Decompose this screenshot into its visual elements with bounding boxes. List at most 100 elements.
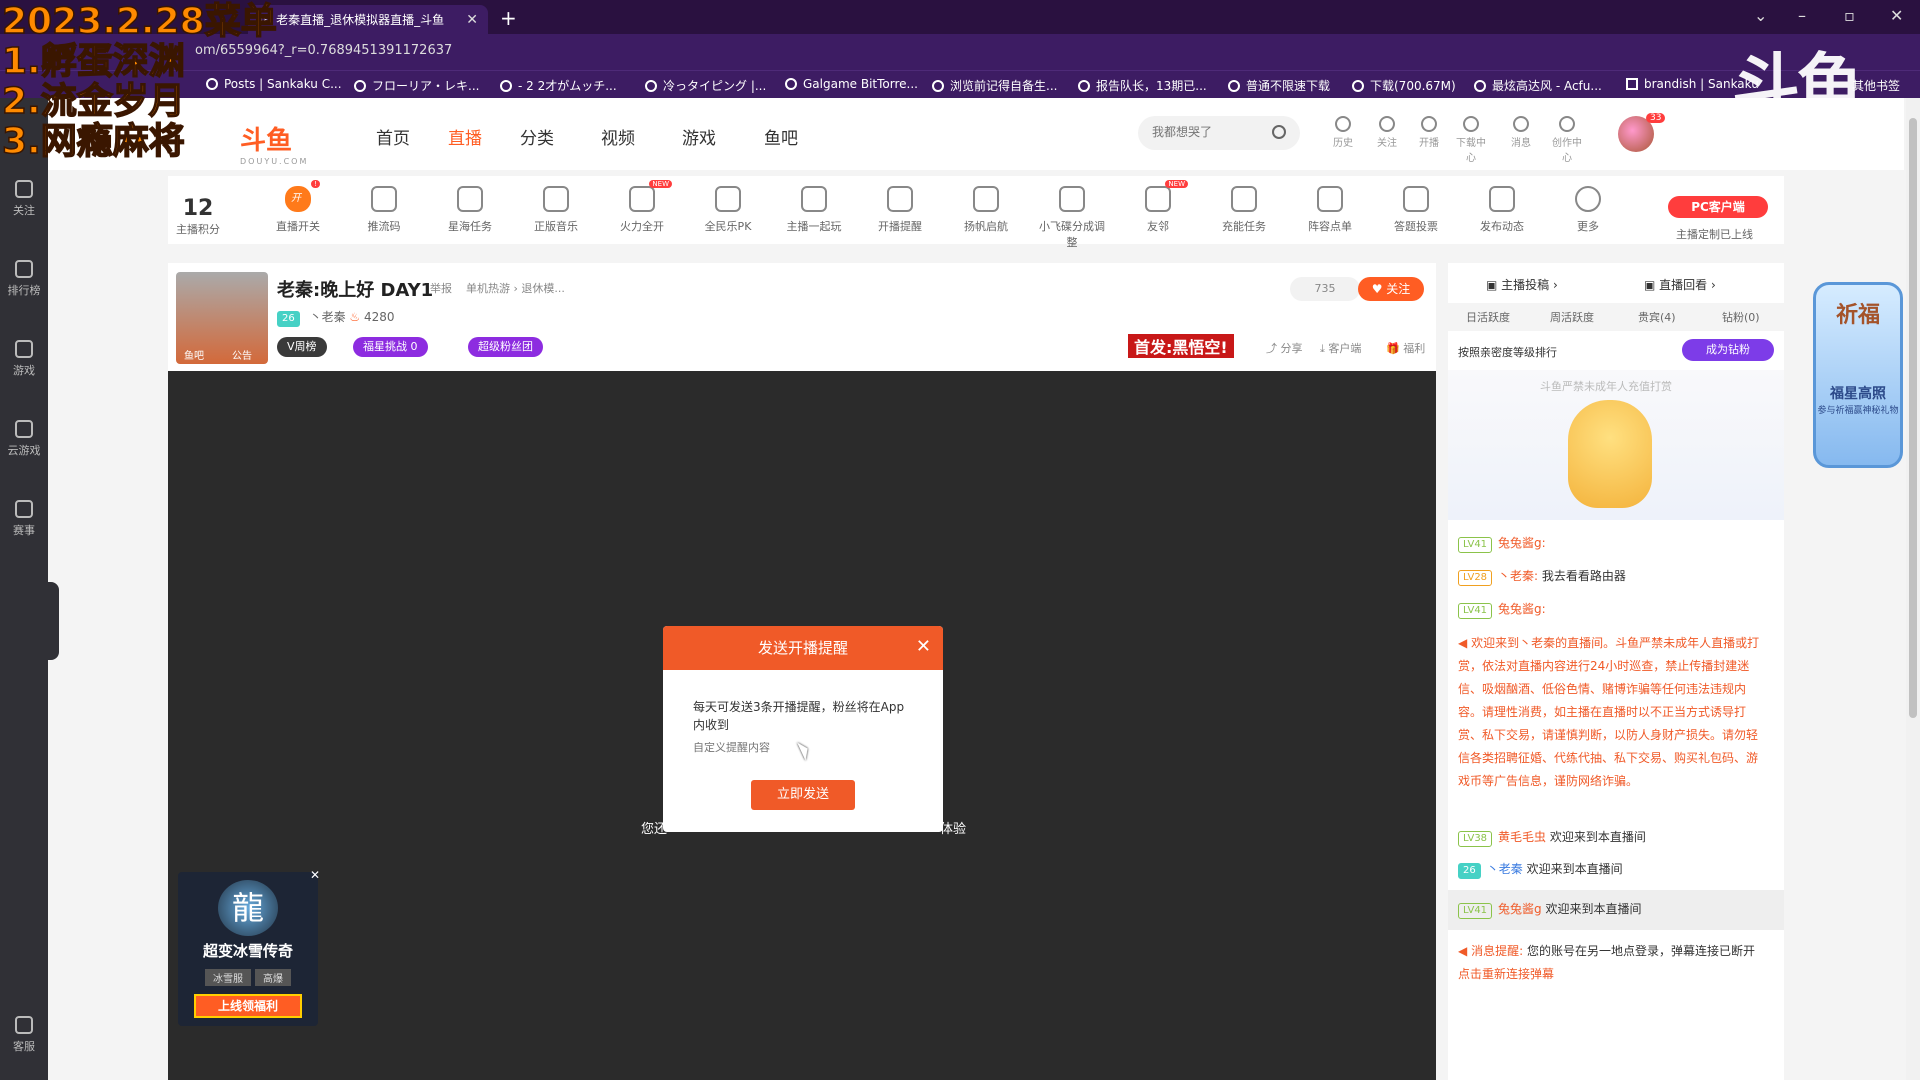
thumb-tag-notice[interactable]: 公告: [232, 347, 252, 362]
streamer-submission-link[interactable]: ▣ 主播投稿 ›: [1486, 276, 1558, 293]
sidebar-item-support[interactable]: 客服: [0, 1016, 48, 1054]
messages-button[interactable]: 消息: [1506, 116, 1536, 149]
tool-live-reminder[interactable]: 开播提醒: [864, 186, 936, 234]
tool-lineup-order[interactable]: 阵容点单: [1294, 186, 1366, 234]
bookmark-item[interactable]: 普通不限速下载: [1228, 77, 1330, 94]
dragon-logo-icon: 龍: [218, 880, 278, 936]
tool-quiz-vote[interactable]: 答题投票: [1380, 186, 1452, 234]
send-now-button[interactable]: 立即发送: [751, 780, 855, 810]
ranking-icon: [15, 260, 33, 278]
share-button[interactable]: ⤴ 分享: [1266, 340, 1303, 356]
bookmark-item[interactable]: 报告队长，13期已...: [1078, 77, 1207, 94]
bookmark-item[interactable]: Galgame BitTorre...: [785, 77, 918, 91]
avatar-notification-badge: 33: [1646, 113, 1666, 123]
weekly-rank-pill[interactable]: V周榜: [277, 337, 327, 357]
go-live-button[interactable]: 开播: [1414, 116, 1444, 149]
bookmark-item[interactable]: フローリア・レキ...: [354, 77, 479, 94]
owner-name[interactable]: 丶老秦: [310, 310, 346, 324]
ad-close-icon[interactable]: ✕: [310, 868, 320, 882]
tool-play-together[interactable]: 主播一起玩: [778, 186, 850, 234]
new-tab-icon[interactable]: +: [500, 6, 517, 30]
welcome-message: LV38 黄毛毛虫 欢迎来到本直播间: [1458, 826, 1768, 849]
bookmark-item[interactable]: 下载(700.67M): [1352, 77, 1456, 94]
pc-client-button[interactable]: PC客户端: [1668, 196, 1768, 218]
bookmark-item[interactable]: 冷っタイピング |...: [645, 77, 766, 94]
creator-center-button[interactable]: 创作中心: [1552, 116, 1582, 164]
history-button[interactable]: 历史: [1328, 116, 1358, 149]
new-badge: NEW: [1165, 180, 1188, 188]
sidebar-item-follow[interactable]: 关注: [0, 180, 48, 218]
system-notice: ◀ 欢迎来到丶老秦的直播间。斗鱼严禁未成年人直播或打赏，依法对直播内容进行24小…: [1458, 636, 1760, 788]
tool-neighbors[interactable]: NEW 友邻: [1122, 180, 1194, 234]
tool-pk[interactable]: 全民乐PK: [692, 186, 764, 234]
tab-diamond-fans[interactable]: 钻粉(0): [1722, 309, 1760, 325]
nav-yuba[interactable]: 鱼吧: [764, 124, 798, 149]
tool-charge-tasks[interactable]: 充能任务: [1208, 186, 1280, 234]
browser-tabbar: ✧ 老秦直播_退休模拟器直播_斗鱼 ✕ + ⌄ – ▫ ✕: [0, 0, 1920, 34]
pk-icon: [715, 186, 741, 212]
nav-home[interactable]: 首页: [376, 124, 410, 149]
tab-weekly-activity[interactable]: 周活跃度: [1550, 309, 1594, 325]
room-thumbnail[interactable]: 鱼吧 公告: [176, 272, 268, 364]
bookmark-item[interactable]: 最炫高达风 - Acfu...: [1474, 77, 1602, 94]
nav-category[interactable]: 分类: [520, 124, 554, 149]
search-input[interactable]: [1152, 125, 1262, 139]
game-icon: [15, 340, 33, 358]
bookmark-icon: [1474, 79, 1486, 92]
streamer-score[interactable]: 12 主播积分: [176, 196, 220, 237]
chat-message: LV28 丶老秦: 我去看看路由器: [1458, 565, 1768, 588]
tool-more[interactable]: 更多: [1552, 186, 1624, 234]
sidebar-collapse-handle[interactable]: [48, 582, 59, 660]
reconnect-link[interactable]: 点击重新连接弹幕: [1458, 967, 1554, 981]
tab-close-icon[interactable]: ✕: [466, 12, 478, 28]
headset-icon: [15, 1016, 33, 1034]
thumb-tag-yuba[interactable]: 鱼吧: [184, 347, 204, 362]
tool-post-update[interactable]: 发布动态: [1466, 186, 1538, 234]
black-myth-banner[interactable]: 首发:黑悟空!: [1128, 334, 1234, 358]
sidebar-item-ranking[interactable]: 排行榜: [0, 260, 48, 298]
sidebar-item-games[interactable]: 游戏: [0, 340, 48, 378]
live-replay-link[interactable]: ▣ 直播回看 ›: [1644, 276, 1716, 293]
maximize-icon[interactable]: ▫: [1844, 6, 1855, 25]
tool-firepower[interactable]: NEW 火力全开: [606, 180, 678, 234]
bookmark-item[interactable]: - 2 2才がムッチ...: [500, 77, 617, 94]
tab-list-icon[interactable]: ⌄: [1754, 6, 1767, 25]
tool-live-switch[interactable]: 开! 直播开关: [262, 180, 334, 234]
client-button[interactable]: ⤓ 客户端: [1320, 340, 1361, 356]
page-scrollbar[interactable]: [1906, 98, 1920, 1080]
tool-ufo-share[interactable]: 小飞碟分成调整: [1036, 186, 1108, 250]
tool-set-sail[interactable]: 扬帆启航: [950, 186, 1022, 234]
tab-daily-activity[interactable]: 日活跃度: [1466, 309, 1510, 325]
nav-live[interactable]: 直播: [448, 124, 482, 149]
tab-vip[interactable]: 贵宾(4): [1638, 309, 1676, 325]
report-link[interactable]: 举报: [430, 280, 452, 296]
sidebar-item-cloud-games[interactable]: 云游戏: [0, 420, 48, 458]
download-center-button[interactable]: 下载中心: [1456, 116, 1486, 164]
reminder-content-input[interactable]: [693, 742, 893, 754]
super-fan-club-pill[interactable]: 超级粉丝团: [468, 337, 543, 357]
sidebar-item-events[interactable]: 赛事: [0, 500, 48, 538]
ad-claim-button[interactable]: 上线领福利: [194, 994, 302, 1018]
tool-music[interactable]: 正版音乐: [520, 186, 592, 234]
follow-button[interactable]: ♥ 关注: [1358, 277, 1424, 301]
scrollbar-thumb[interactable]: [1909, 118, 1917, 718]
game-ad-card[interactable]: 龍 超变冰雪传奇 冰雪服 高爆 上线领福利: [178, 872, 318, 1026]
minimize-icon[interactable]: –: [1798, 6, 1806, 25]
nav-games[interactable]: 游戏: [682, 124, 716, 149]
follow-list-button[interactable]: 关注: [1372, 116, 1402, 149]
search-icon[interactable]: [1272, 125, 1286, 139]
tool-starsea-tasks[interactable]: 星海任务: [434, 186, 506, 234]
room-category[interactable]: 单机热游 › 退休模...: [466, 280, 565, 296]
bookmark-item[interactable]: 浏览前记得自备生...: [932, 77, 1057, 94]
lucky-challenge-pill[interactable]: 福星挑战 0: [353, 337, 428, 357]
close-window-icon[interactable]: ✕: [1890, 6, 1903, 25]
nav-video[interactable]: 视频: [601, 124, 635, 149]
blessing-promo-banner[interactable]: 祈福 福星高照 参与祈福赢神秘礼物: [1813, 282, 1903, 468]
ad-title: 超变冰雪传奇: [202, 942, 293, 960]
tab-douyu[interactable]: ✧ 老秦直播_退休模拟器直播_斗鱼 ✕: [248, 5, 488, 34]
close-icon[interactable]: ✕: [916, 636, 931, 657]
benefits-button[interactable]: 🎁 福利: [1386, 340, 1425, 356]
alert-badge: !: [311, 180, 320, 188]
become-diamond-fan-button[interactable]: 成为钻粉: [1682, 339, 1774, 361]
tool-stream-key[interactable]: 推流码: [348, 186, 420, 234]
